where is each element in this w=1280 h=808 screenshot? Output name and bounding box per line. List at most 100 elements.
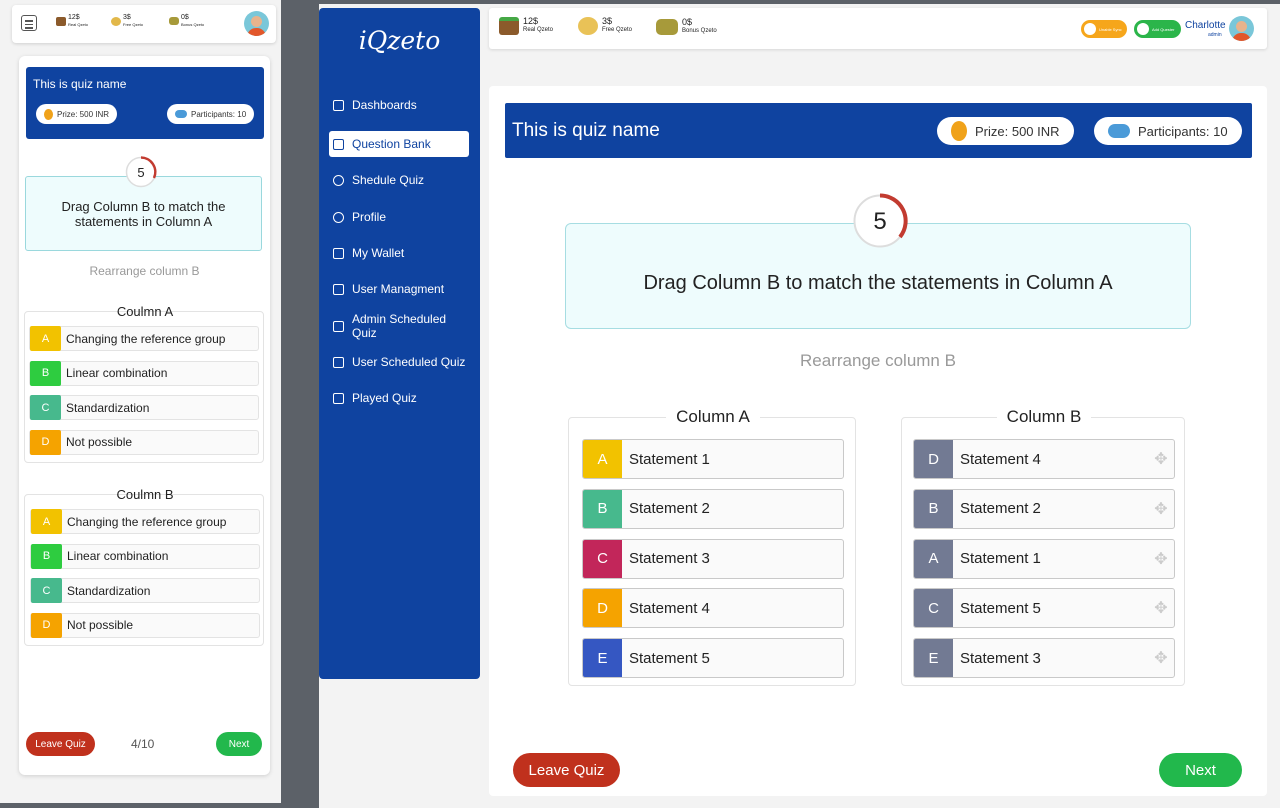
mobile-bonus-wallet: 0$ Bonus Qzeto (169, 14, 204, 28)
timer-value: 5 (137, 165, 145, 180)
statement-row: A Changing the reference group (29, 326, 259, 351)
column-b-title: Coulmn B (116, 487, 174, 502)
sidebar-item-admin-scheduled-quiz[interactable]: Admin Scheduled Quiz (332, 312, 468, 340)
row-letter: B (31, 543, 62, 569)
user-name[interactable]: Charlotte (1185, 20, 1226, 31)
bonus-label: Bonus Qzeto (181, 22, 205, 27)
free-label: Free Qzeto (123, 22, 144, 27)
column-b-title: Column B (902, 407, 1186, 427)
free-amount: 3$ (123, 14, 131, 21)
statement-row: B Statement 2 (582, 488, 844, 529)
sidebar-item-dashboards[interactable]: Dashboards (332, 92, 468, 118)
sync-toggle-label: Unable Sync (1099, 26, 1122, 32)
leave-quiz-button[interactable]: Leave Quiz (26, 732, 95, 756)
row-letter: B (583, 489, 622, 528)
statement-row: B Linear combination (29, 360, 259, 386)
prize-pill: Prize: 500 INR (36, 104, 118, 124)
coins-stack-icon (656, 19, 678, 35)
sidebar-item-played-quiz[interactable]: Played Quiz (332, 385, 468, 411)
mobile-free-wallet: 3$ Free Qzeto (111, 14, 143, 28)
quester-toggle[interactable]: Add Quester (1134, 20, 1181, 38)
drag-handle-icon[interactable]: ✥ (1148, 598, 1174, 618)
free-wallet: 3$ Free Qzeto (578, 17, 632, 35)
draggable-row[interactable]: E Statement 3 ✥ (913, 638, 1175, 678)
statement-row[interactable]: B Linear combination (30, 543, 260, 569)
avatar[interactable] (244, 11, 269, 36)
calendar-user-icon (333, 356, 344, 368)
drag-handle-icon[interactable]: ✥ (1148, 648, 1174, 668)
instruction: Rearrange column B (89, 264, 200, 278)
sidebar-item-shedule-quiz[interactable]: Shedule Quiz (332, 167, 468, 193)
draggable-row[interactable]: B Statement 2 ✥ (913, 488, 1175, 529)
bonus-label: Bonus Qzeto (682, 28, 717, 34)
row-text: Standardization (66, 400, 150, 415)
sidebar-item-profile[interactable]: Profile (332, 204, 468, 230)
mobile-column-b: Coulmn B A Changing the reference group B L… (24, 487, 264, 646)
clock-icon (333, 174, 344, 186)
row-letter: A (30, 326, 61, 351)
row-text: Statement 3 (960, 649, 1041, 667)
statement-row[interactable]: A Changing the reference group (30, 509, 260, 534)
column-a-title: Column A (569, 407, 857, 427)
row-text: Statement 5 (960, 599, 1041, 617)
sidebar-item-user-scheduled-quiz[interactable]: User Scheduled Quiz (332, 349, 468, 375)
draggable-row[interactable]: D Statement 4 ✥ (913, 439, 1175, 479)
row-letter: E (914, 639, 953, 677)
sidebar-item-label: Played Quiz (352, 391, 417, 405)
column-a: Column A A Statement 1 B Statement 2 C Statem… (568, 407, 856, 686)
leave-quiz-button[interactable]: Leave Quiz (513, 753, 620, 787)
medal-icon (951, 121, 967, 141)
mobile-timer: 5 (125, 156, 157, 188)
drag-handle-icon[interactable]: ✥ (1148, 549, 1174, 569)
coins-stack-icon (169, 17, 179, 25)
row-letter: D (583, 589, 622, 628)
next-button[interactable]: Next (1159, 753, 1242, 787)
quiz-name: This is quiz name (33, 77, 127, 91)
user-icon (333, 211, 344, 223)
row-text: Statement 3 (629, 550, 710, 567)
statement-row: D Not possible (29, 429, 259, 455)
avatar[interactable] (1229, 16, 1254, 41)
real-wallet: 12$ Real Qzeto (499, 17, 553, 35)
progress-indicator: 4/10 (131, 737, 155, 751)
row-text: Linear combination (66, 366, 168, 380)
row-letter: D (30, 429, 61, 455)
draggable-row[interactable]: C Statement 5 ✥ (913, 588, 1175, 629)
row-letter: B (914, 489, 953, 528)
wallet-icon (333, 247, 344, 259)
participants-pill: Participants: 10 (1094, 117, 1242, 145)
next-button[interactable]: Next (216, 732, 262, 756)
wallet-icon (56, 16, 66, 26)
mobile-preview: 12$ Real Qzeto 3$ Free Qzeto 0$ Bonus Qzeto… (0, 0, 281, 803)
sync-toggle[interactable]: Unable Sync (1081, 20, 1127, 38)
row-text: Not possible (66, 435, 133, 449)
prize-text: Prize: 500 INR (57, 109, 110, 119)
sidebar-item-user-managment[interactable]: User Managment (332, 276, 468, 302)
quester-toggle-label: Add Quester (1152, 26, 1175, 32)
draggable-row[interactable]: A Statement 1 ✥ (913, 538, 1175, 579)
row-text: Statement 2 (629, 500, 710, 518)
statement-row[interactable]: C Standardization (30, 578, 260, 603)
row-letter: D (31, 612, 62, 638)
mobile-quiz-card: This is quiz name Prize: 500 INR Partici… (19, 56, 270, 775)
statement-row: C Statement 3 (582, 538, 844, 579)
desktop-top-bar: 12$ Real Qzeto 3$ Free Qzeto 0$ Bonus Qzeto… (489, 8, 1267, 49)
drag-handle-icon[interactable]: ✥ (1148, 449, 1174, 469)
row-text: Statement 2 (960, 500, 1041, 518)
row-text: Statement 1 (629, 450, 710, 468)
instruction: Rearrange column B (800, 351, 956, 370)
user-role: admin (1208, 32, 1222, 38)
drag-handle-icon[interactable]: ✥ (1148, 499, 1174, 519)
users-icon (175, 110, 187, 118)
participants-pill: Participants: 10 (167, 104, 255, 124)
app-logo[interactable]: iQzeto (319, 26, 480, 55)
menu-icon[interactable] (21, 15, 37, 31)
row-text: Changing the reference group (67, 514, 227, 529)
sidebar-item-my-wallet[interactable]: My Wallet (332, 240, 468, 266)
column-a-title: Coulmn A (116, 304, 174, 319)
statement-row[interactable]: D Not possible (30, 612, 260, 638)
sidebar-item-question-bank[interactable]: Question Bank (329, 131, 469, 157)
row-text: Not possible (67, 618, 134, 632)
row-letter: C (30, 395, 61, 420)
row-letter: D (914, 440, 953, 478)
